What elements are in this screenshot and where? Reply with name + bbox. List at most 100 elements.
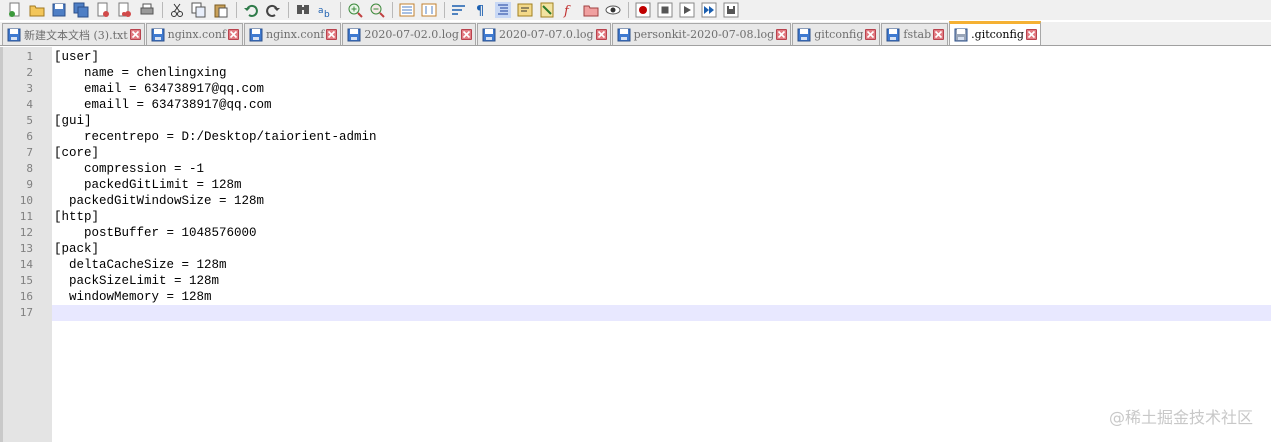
code-line[interactable]: 3 email = 634738917@qq.com [26,81,1271,97]
tab-close-button[interactable] [776,29,788,40]
sync-vertical-icon [399,3,414,17]
line-number: 8 [26,162,33,175]
tab-active[interactable]: .gitconfig [949,21,1041,45]
code-line[interactable]: 14 deltaCacheSize = 128m [20,257,1271,273]
code-line[interactable]: 8 compression = -1 [26,161,1271,177]
line-text: windowMemory = 128m [54,290,212,304]
code-line[interactable]: 2 name = chenlingxing [26,65,1271,81]
tab-label: 2020-07-07.0.log [498,28,594,41]
copy-icon [191,2,205,18]
tab-file[interactable]: nginx.conf [145,23,243,45]
zoom-out-icon [370,3,385,18]
language-button[interactable] [516,2,533,19]
code-line[interactable]: 17 [20,305,1271,321]
line-number: 13 [19,242,33,255]
code-line[interactable]: 4 emaill = 634738917@qq.com [26,97,1271,113]
copy-button[interactable] [190,2,207,19]
run-macro-multiple-button[interactable] [700,2,717,19]
sync-vertical-button[interactable] [398,2,415,19]
code-line[interactable]: 15 packSizeLimit = 128m [20,273,1271,289]
code-line[interactable]: 16 windowMemory = 128m [20,289,1271,305]
monitoring-button[interactable] [604,2,621,19]
run-macro-multiple-icon [701,2,716,18]
tab-close-button[interactable] [933,29,945,40]
show-all-chars-button[interactable]: ¶ [472,2,489,19]
code-line[interactable]: 5 [gui] [26,113,1271,129]
function-list-icon: f [563,4,571,18]
tab-label: fstab [903,28,932,41]
line-number: 17 [19,306,33,319]
redo-button[interactable] [264,2,281,19]
tab-close-button[interactable] [326,29,338,40]
doc-map-button[interactable] [538,2,555,19]
tab-close-button[interactable] [865,29,877,40]
folder-workspace-button[interactable] [582,2,599,19]
tab-label: personkit-2020-07-08.log [633,28,775,41]
zoom-in-button[interactable] [346,2,363,19]
line-number: 2 [26,66,33,79]
tab-file[interactable]: nginx.conf [244,23,342,45]
line-text: recentrepo = D:/Desktop/taiorient-admin [54,130,377,144]
close-x-icon [462,30,471,39]
tab-close-button[interactable] [129,29,141,40]
code-line[interactable]: 10 packedGitWindowSize = 128m [20,193,1271,209]
word-wrap-icon [451,5,465,15]
open-file-button[interactable] [28,2,45,19]
code-line[interactable]: 6 recentrepo = D:/Desktop/taiorient-admi… [26,129,1271,145]
code-line[interactable]: 1 [user] [26,49,1271,65]
code-line[interactable]: 11 [http] [20,209,1271,225]
code-line[interactable]: 7 [core] [26,145,1271,161]
file-saved-icon [249,28,263,42]
cut-button[interactable] [168,2,185,19]
editor[interactable]: 1 [user] 2 name = chenlingxing 3 email = 63… [0,47,1271,442]
paste-button[interactable] [212,2,229,19]
toolbar-separator [628,2,629,18]
line-number: 12 [19,226,33,239]
code-line[interactable]: 12 postBuffer = 1048576000 [20,225,1271,241]
tab-file[interactable]: fstab [881,23,949,45]
close-all-button[interactable] [116,2,133,19]
tab-file[interactable]: 2020-07-07.0.log [476,23,611,45]
code-line[interactable]: 13 [pack] [20,241,1271,257]
zoom-out-button[interactable] [368,2,385,19]
new-file-button[interactable] [6,2,23,19]
line-text: [gui] [54,114,92,128]
save-icon [52,3,65,17]
word-wrap-button[interactable] [450,2,467,19]
tab-file[interactable]: personkit-2020-07-08.log [611,23,792,45]
tab-file[interactable]: 2020-07-02.0.log [342,23,476,45]
indent-guide-button[interactable] [494,2,511,19]
save-macro-button[interactable] [722,2,739,19]
tab-close-button[interactable] [1025,29,1037,40]
close-button[interactable] [94,2,111,19]
cut-icon [170,3,183,17]
zoom-in-icon [348,3,363,18]
close-x-icon [1027,30,1035,39]
save-button[interactable] [50,2,67,19]
tab-close-button[interactable] [228,29,239,40]
toolbar-separator [162,2,163,18]
print-button[interactable] [138,2,155,19]
file-saved-icon [347,28,361,42]
save-macro-icon [723,2,738,18]
stop-record-icon [657,2,672,18]
save-all-button[interactable] [72,2,89,19]
tab-file[interactable]: gitconfig [792,23,881,45]
line-number: 15 [19,274,33,287]
tab-file[interactable]: 新建文本文档 (3).txt [2,23,145,45]
sync-horizontal-button[interactable] [420,2,437,19]
find-button[interactable] [294,2,311,19]
line-number: 14 [19,258,33,271]
replace-button[interactable]: ab [316,2,333,19]
record-macro-button[interactable] [634,2,651,19]
stop-record-button[interactable] [656,2,673,19]
code-area[interactable]: 1 [user] 2 name = chenlingxing 3 email = 63… [20,49,1271,321]
tab-close-button[interactable] [595,29,607,40]
play-macro-button[interactable] [678,2,695,19]
toolbar-separator [392,2,393,18]
function-list-button[interactable]: f [560,2,577,19]
code-line[interactable]: 9 packedGitLimit = 128m [26,177,1271,193]
undo-button[interactable] [242,2,259,19]
play-macro-icon [679,2,694,18]
tab-close-button[interactable] [460,29,472,40]
